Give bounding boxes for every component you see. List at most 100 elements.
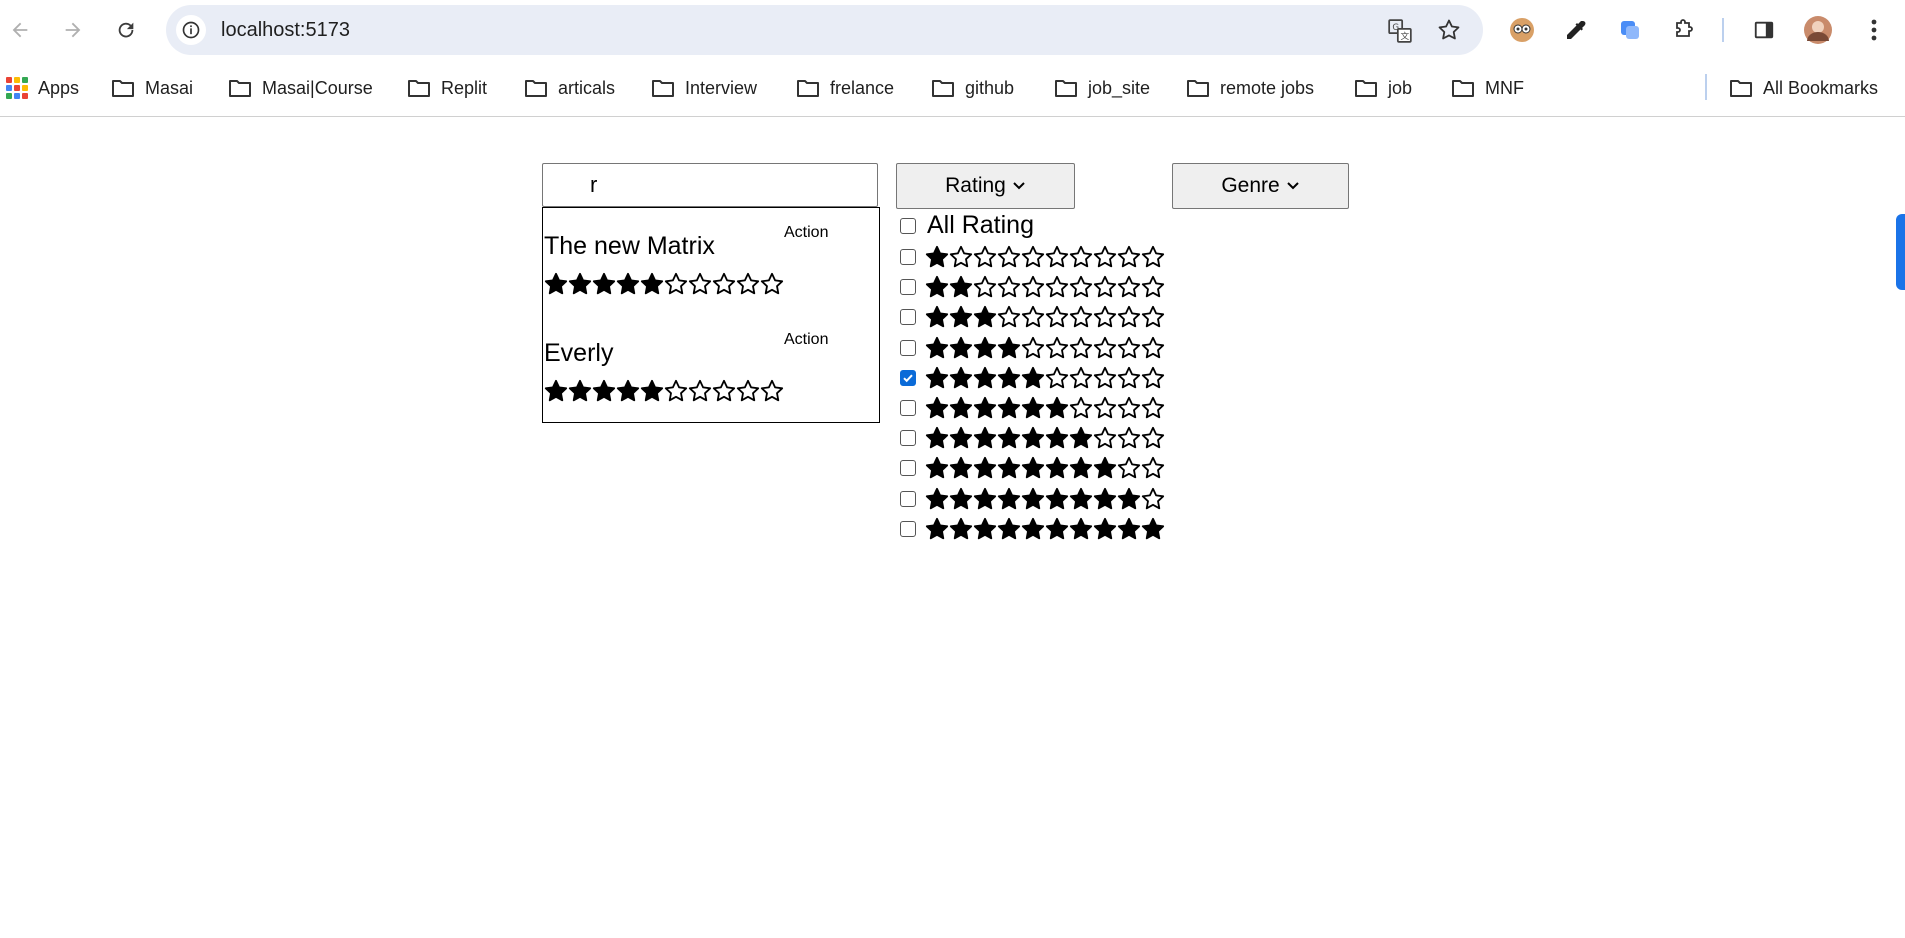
checkmark-icon [903,374,913,383]
star-filled-icon [1069,517,1093,539]
rating-checkbox[interactable] [900,279,916,296]
rating-dropdown-button[interactable]: Rating [896,163,1075,209]
bookmark-label: frelance [830,77,895,98]
movie-rating-stars [544,379,784,403]
side-panel-icon[interactable] [1748,14,1780,46]
bookmark-folder[interactable]: github [931,74,1014,102]
bookmark-star-icon[interactable] [1437,18,1461,47]
star-empty-icon [973,245,997,268]
list-item[interactable]: Everly Action [543,315,879,422]
bookmark-folder[interactable]: Replit [407,74,487,102]
rating-checkbox[interactable] [900,520,916,537]
extensions-puzzle-icon[interactable] [1668,14,1700,46]
rating-option-1[interactable] [897,245,1165,269]
bookmark-folder[interactable]: remote jobs [1186,74,1314,102]
star-empty-icon [1117,306,1141,328]
genre-dropdown-button[interactable]: Genre [1172,163,1349,209]
profile-avatar[interactable] [1802,14,1834,46]
bookmark-folder[interactable]: MNF [1451,74,1524,102]
bookmark-folder[interactable]: frelance [796,74,894,102]
star-empty-icon [1045,245,1069,268]
bookmark-folder[interactable]: articals [524,74,615,102]
rating-checkbox[interactable] [900,430,916,447]
address-bar-url: localhost:5173 [221,19,350,41]
bookmark-folder[interactable]: job [1354,74,1412,102]
rating-checkbox[interactable] [900,400,916,416]
star-filled-icon [925,366,949,388]
rating-checkbox[interactable] [900,249,916,265]
rating-option-3[interactable] [897,305,1165,329]
rating-option-stars [925,336,1165,360]
star-empty-icon [1141,276,1165,298]
movie-genre: Action [784,331,829,348]
folder-icon [797,80,819,97]
star-empty-icon [664,272,688,295]
rating-checkbox[interactable] [900,339,916,356]
rating-option-6[interactable] [897,396,1165,420]
rating-option-9[interactable] [897,487,1165,511]
all-rating-checkbox[interactable] [900,217,916,234]
star-filled-icon [1021,427,1045,449]
star-empty-icon [688,379,712,402]
star-filled-icon [973,457,997,479]
apps-grid-icon [6,77,28,99]
bookmarks-bar: Apps Masai Masai|Course Replit articals … [0,60,1905,117]
eyedropper-icon[interactable] [1560,14,1592,46]
extension-avatar-icon[interactable] [1506,14,1538,46]
rating-checkbox[interactable] [900,309,916,326]
star-empty-icon [997,276,1021,298]
rating-option-2[interactable] [897,275,1165,299]
site-info-icon[interactable] [176,15,206,45]
star-filled-icon [616,272,640,295]
star-empty-icon [1093,276,1117,298]
browser-menu-icon[interactable] [1858,14,1890,46]
star-filled-icon [973,427,997,449]
side-edge-tab[interactable] [1896,214,1905,290]
rating-option-10[interactable] [897,517,1165,541]
forward-icon[interactable] [55,12,91,48]
rating-checkbox[interactable] [900,490,916,507]
rating-option-5[interactable] [897,366,1165,390]
bookmark-apps[interactable]: Apps [6,74,79,102]
star-filled-icon [973,366,997,388]
star-filled-icon [1021,457,1045,479]
reload-icon[interactable] [108,12,144,48]
all-bookmarks-button[interactable]: All Bookmarks [1729,74,1878,102]
star-filled-icon [1045,457,1069,479]
rating-checkbox[interactable] [900,369,916,386]
bookmark-folder[interactable]: job_site [1054,74,1150,102]
list-item[interactable]: The new Matrix Action [543,208,879,315]
star-empty-icon [997,245,1021,268]
folder-icon [652,80,674,97]
star-empty-icon [1045,336,1069,358]
star-empty-icon [1093,245,1117,268]
search-input[interactable] [542,163,878,207]
star-empty-icon [1069,306,1093,328]
folder-icon [112,80,134,97]
star-empty-icon [1117,427,1141,449]
bookmark-folder[interactable]: Interview [651,74,757,102]
bookmark-folder[interactable]: Masai [111,74,193,102]
star-filled-icon [925,276,949,298]
star-empty-icon [688,272,712,295]
rating-option-7[interactable] [897,426,1165,450]
bookmark-folder[interactable]: Masai|Course [228,74,373,102]
folder-icon [1355,80,1377,97]
rating-option-all[interactable]: All Rating [897,211,1034,240]
rating-checkbox[interactable] [900,460,916,477]
star-filled-icon [568,379,592,402]
star-empty-icon [1093,427,1117,449]
address-bar[interactable]: localhost:5173 G文 [166,5,1483,55]
bookmark-label: Apps [38,77,80,98]
star-filled-icon [997,517,1021,539]
back-icon[interactable] [2,12,38,48]
search-results-list: The new Matrix Action Everly Action [542,207,880,423]
bookmarks-divider [1705,74,1707,100]
rating-option-stars [925,305,1165,329]
rating-option-4[interactable] [897,336,1165,360]
rating-option-8[interactable] [897,456,1165,480]
star-empty-icon [1117,276,1141,298]
extension-blue-icon[interactable] [1614,14,1646,46]
translate-icon[interactable]: G文 [1387,18,1413,49]
star-filled-icon [1093,487,1117,509]
